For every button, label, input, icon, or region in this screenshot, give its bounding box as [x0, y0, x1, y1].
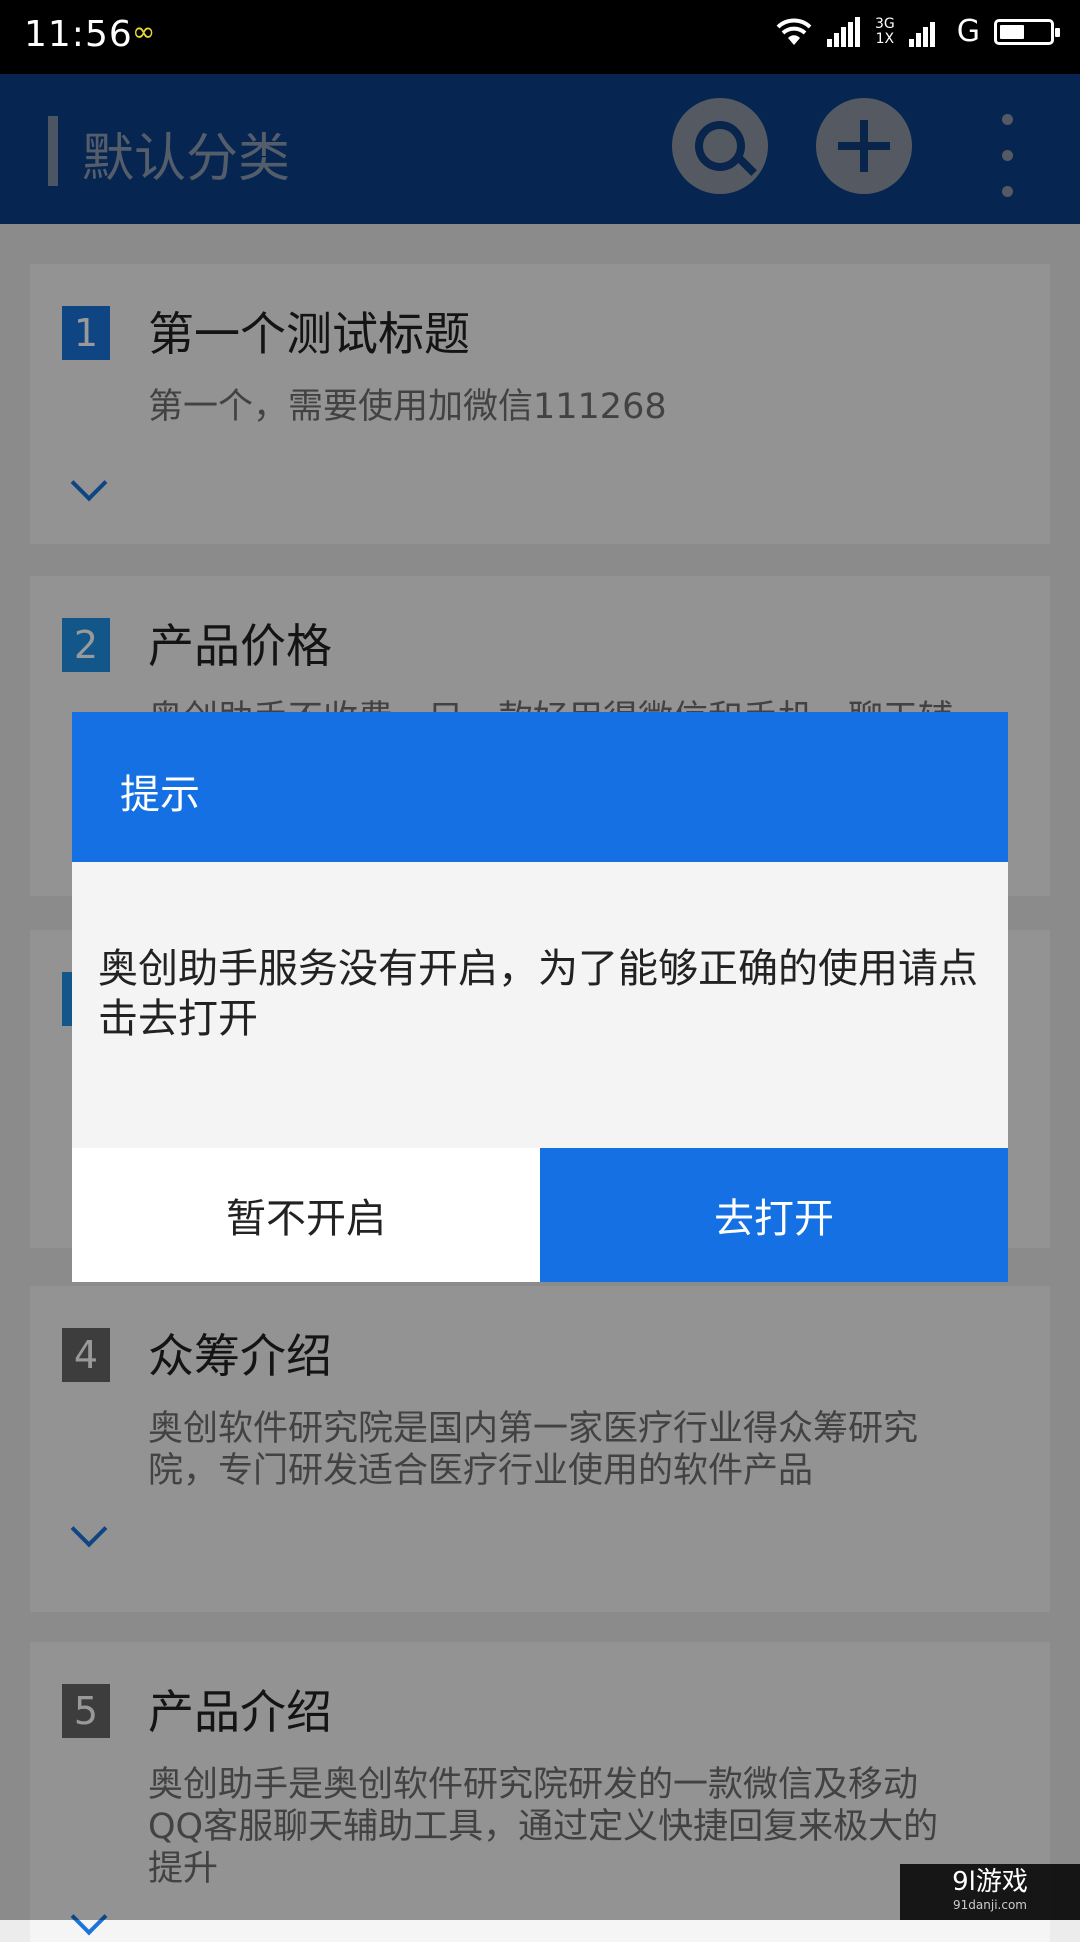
infinity-icon: ∞	[132, 15, 156, 48]
watermark-url: 91danji.com	[953, 1898, 1027, 1912]
dialog-actions: 暂不开启 去打开	[72, 1148, 1008, 1282]
battery-icon	[994, 18, 1060, 45]
alert-dialog: 提示 奥创助手服务没有开启，为了能够正确的使用请点击去打开 暂不开启 去打开	[72, 712, 1008, 1282]
status-time: 11:56	[24, 14, 133, 55]
status-bar: 11:56 ∞ 3G 1X G	[0, 0, 1080, 74]
network-type: 3G 1X	[874, 15, 895, 47]
wifi-icon	[776, 18, 812, 45]
network-3g-label: 3G	[874, 15, 895, 32]
dialog-header: 提示	[72, 712, 1008, 862]
go-open-button[interactable]: 去打开	[540, 1148, 1008, 1282]
watermark-logo: 9l游戏	[952, 1867, 1028, 1897]
dialog-message: 奥创助手服务没有开启，为了能够正确的使用请点击去打开	[98, 946, 978, 1042]
network-g-label: G	[956, 14, 980, 49]
status-indicators: 3G 1X G	[775, 14, 1060, 49]
not-now-button[interactable]: 暂不开启	[72, 1148, 540, 1282]
signal-icon	[826, 16, 860, 47]
watermark: 9l游戏 91danji.com	[900, 1864, 1080, 1920]
dialog-title: 提示	[120, 772, 200, 818]
network-1x-label: 1X	[875, 30, 895, 47]
signal-icon-2	[908, 21, 935, 47]
